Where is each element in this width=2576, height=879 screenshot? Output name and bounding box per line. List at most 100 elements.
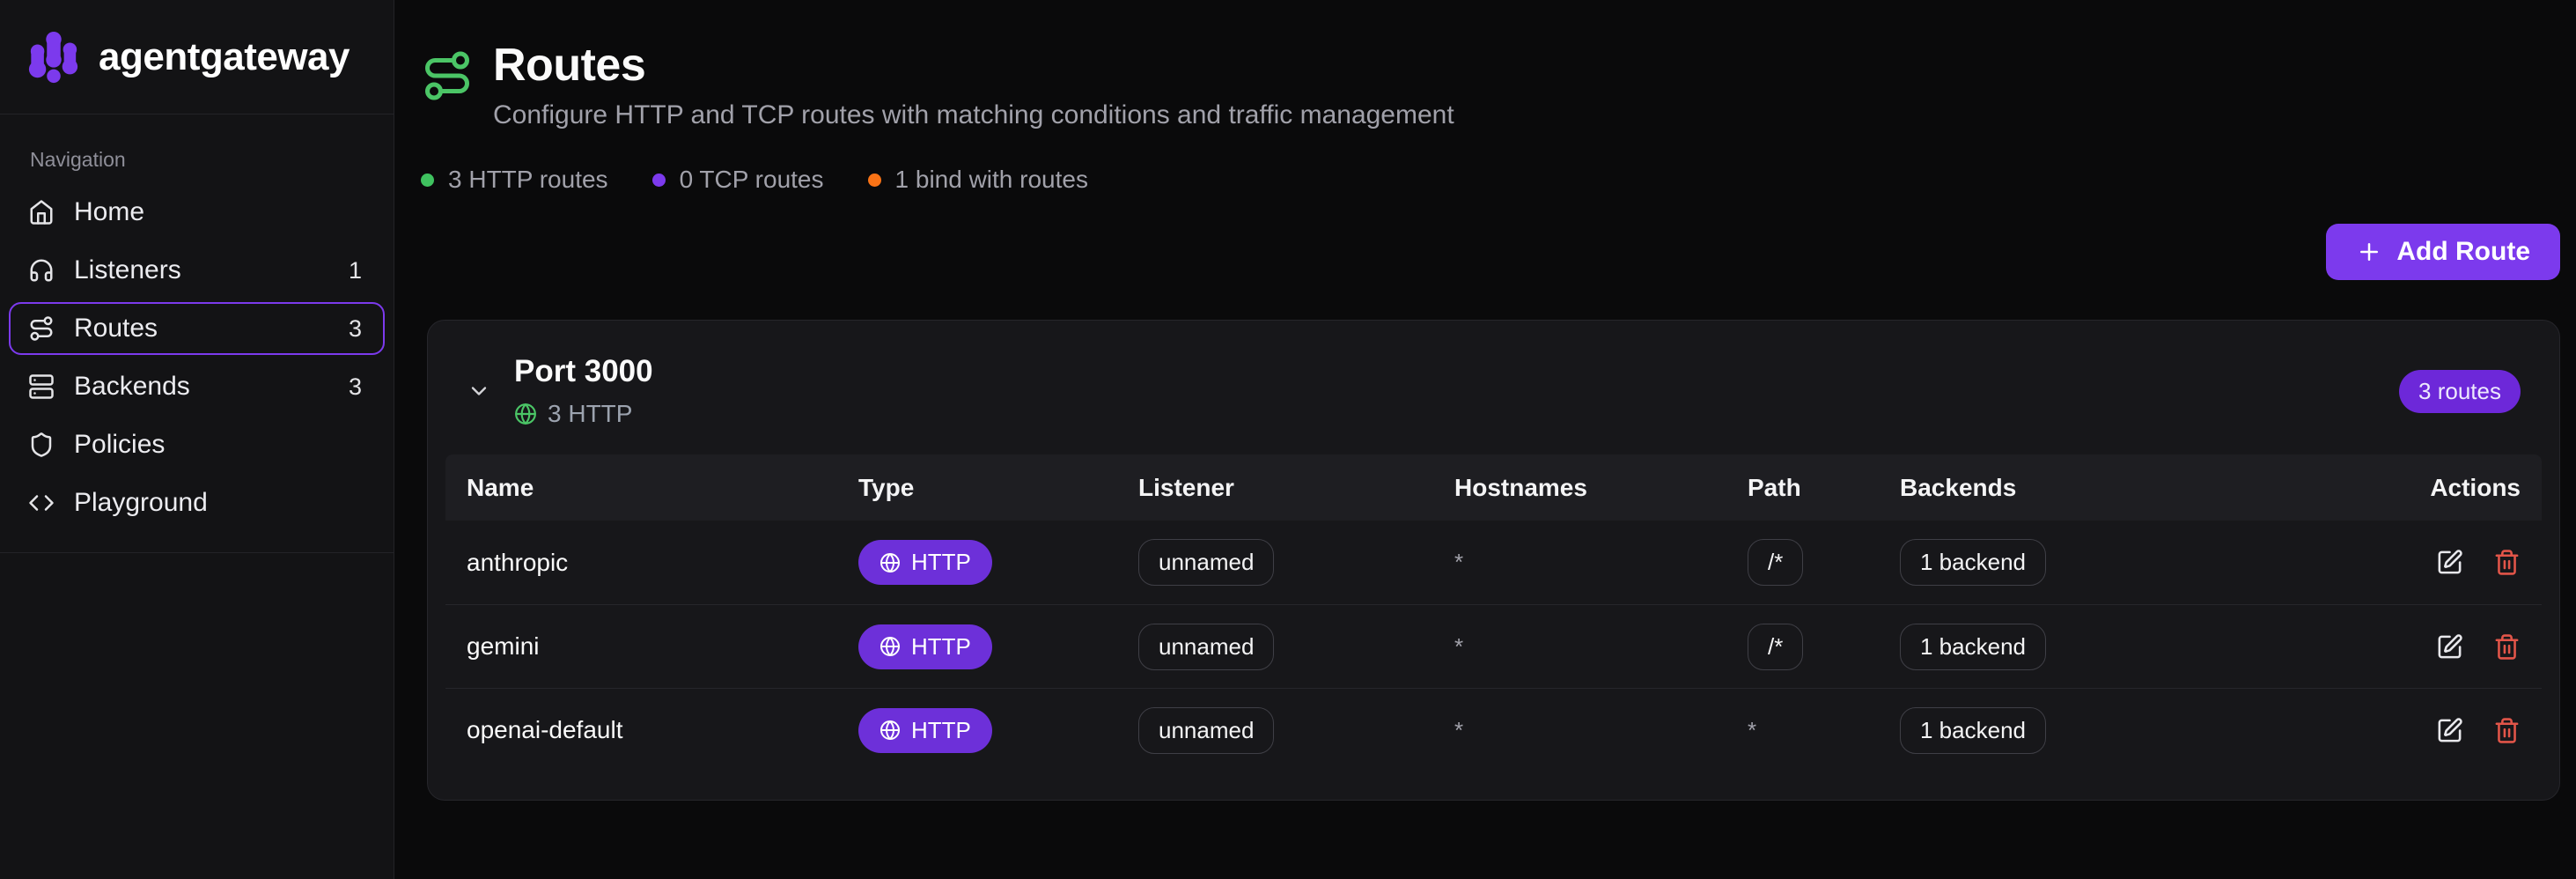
route-name: gemini: [467, 632, 858, 661]
chevron-down-icon[interactable]: [467, 379, 491, 403]
sidebar-item-home[interactable]: Home: [9, 186, 385, 239]
delete-route-button[interactable]: [2493, 633, 2521, 661]
code-icon: [28, 490, 55, 516]
nav-section-label: Navigation: [0, 148, 394, 172]
column-header-actions: Actions: [2336, 474, 2521, 502]
agentgateway-logo-icon: [26, 30, 81, 85]
sidebar-item-listeners[interactable]: Listeners 1: [9, 244, 385, 297]
sidebar-item-label: Policies: [74, 430, 165, 460]
brand-name: agentgateway: [99, 35, 350, 79]
sidebar-item-count: 1: [349, 257, 362, 284]
sidebar-item-backends[interactable]: Backends 3: [9, 360, 385, 413]
page-subtitle: Configure HTTP and TCP routes with match…: [493, 100, 1454, 130]
edit-route-button[interactable]: [2436, 549, 2463, 576]
hostnames-value: *: [1454, 549, 1748, 576]
stats-row: 3 HTTP routes 0 TCP routes 1 bind with r…: [421, 166, 2560, 194]
stat-label: 0 TCP routes: [680, 166, 824, 194]
sidebar-item-label: Listeners: [74, 255, 181, 285]
table-header-row: Name Type Listener Hostnames Path Backen…: [445, 454, 2542, 521]
route-name: openai-default: [467, 716, 858, 744]
purple-status-dot: [652, 174, 666, 187]
trash-icon: [2493, 717, 2521, 744]
table-row: anthropic HTTP unnamed * /* 1 backend: [445, 521, 2542, 604]
listener-badge: unnamed: [1138, 707, 1274, 754]
type-badge: HTTP: [858, 708, 992, 753]
globe-icon: [880, 552, 901, 573]
listener-badge: unnamed: [1138, 539, 1274, 586]
edit-icon: [2436, 549, 2463, 576]
edit-icon: [2436, 717, 2463, 744]
edit-route-button[interactable]: [2436, 633, 2463, 661]
shield-icon: [28, 432, 55, 458]
row-actions: [2336, 717, 2521, 744]
port-http-count: 3 HTTP: [548, 400, 632, 428]
routes-count-badge: 3 routes: [2399, 370, 2521, 413]
edit-route-button[interactable]: [2436, 717, 2463, 744]
column-header-listener: Listener: [1138, 474, 1454, 502]
route-name: anthropic: [467, 549, 858, 577]
globe-icon: [514, 403, 537, 425]
port-group-title: Port 3000: [514, 354, 653, 389]
headphones-icon: [28, 257, 55, 284]
backends-badge: 1 backend: [1900, 707, 2046, 754]
page-title: Routes: [493, 39, 1454, 92]
port-group-card: Port 3000 3 HTTP 3 routes Name Type List…: [427, 320, 2560, 801]
brand-header: agentgateway: [0, 0, 394, 114]
port-group-subtitle: 3 HTTP: [514, 400, 653, 428]
path-value: *: [1748, 717, 1900, 744]
sidebar-item-playground[interactable]: Playground: [9, 476, 385, 529]
stat-tcp-routes: 0 TCP routes: [652, 166, 824, 194]
globe-icon: [880, 636, 901, 657]
routes-page-icon: [421, 49, 474, 102]
main-content: Routes Configure HTTP and TCP routes wit…: [394, 0, 2576, 879]
delete-route-button[interactable]: [2493, 717, 2521, 744]
orange-status-dot: [868, 174, 881, 187]
sidebar-item-count: 3: [349, 315, 362, 343]
type-badge: HTTP: [858, 624, 992, 669]
route-icon: [28, 315, 55, 342]
type-label: HTTP: [911, 549, 971, 576]
routes-table: Name Type Listener Hostnames Path Backen…: [445, 454, 2542, 772]
nav-list: Home Listeners 1 Routes 3 Backends 3 Pol…: [0, 186, 394, 529]
path-badge: /*: [1748, 539, 1803, 586]
listener-badge: unnamed: [1138, 624, 1274, 670]
page-header: Routes Configure HTTP and TCP routes wit…: [421, 0, 2560, 130]
sidebar-item-label: Playground: [74, 488, 208, 518]
hostnames-value: *: [1454, 633, 1748, 661]
stat-http-routes: 3 HTTP routes: [421, 166, 608, 194]
trash-icon: [2493, 633, 2521, 661]
sidebar-item-label: Home: [74, 197, 144, 227]
sidebar: agentgateway Navigation Home Listeners 1…: [0, 0, 394, 879]
backends-badge: 1 backend: [1900, 624, 2046, 670]
stat-label: 3 HTTP routes: [448, 166, 608, 194]
table-row: gemini HTTP unnamed * /* 1 backend: [445, 604, 2542, 688]
sidebar-item-routes[interactable]: Routes 3: [9, 302, 385, 355]
edit-icon: [2436, 633, 2463, 661]
plus-icon: [2356, 239, 2382, 265]
home-icon: [28, 199, 55, 225]
sidebar-item-count: 3: [349, 373, 362, 401]
green-status-dot: [421, 174, 434, 187]
type-label: HTTP: [911, 717, 971, 744]
sidebar-item-label: Routes: [74, 314, 158, 343]
column-header-backends: Backends: [1900, 474, 2336, 502]
delete-route-button[interactable]: [2493, 549, 2521, 576]
add-route-button[interactable]: Add Route: [2326, 224, 2560, 280]
add-route-label: Add Route: [2396, 237, 2530, 267]
table-row: openai-default HTTP unnamed * * 1 backen…: [445, 688, 2542, 772]
trash-icon: [2493, 549, 2521, 576]
hostnames-value: *: [1454, 717, 1748, 744]
sidebar-divider: [0, 552, 394, 553]
sidebar-item-policies[interactable]: Policies: [9, 418, 385, 471]
column-header-path: Path: [1748, 474, 1900, 502]
toolbar: Add Route: [421, 224, 2560, 280]
type-badge: HTTP: [858, 540, 992, 585]
stat-binds: 1 bind with routes: [868, 166, 1088, 194]
row-actions: [2336, 633, 2521, 661]
row-actions: [2336, 549, 2521, 576]
server-icon: [28, 373, 55, 400]
globe-icon: [880, 720, 901, 741]
column-header-hostnames: Hostnames: [1454, 474, 1748, 502]
path-badge: /*: [1748, 624, 1803, 670]
port-group-header: Port 3000 3 HTTP 3 routes: [428, 321, 2559, 454]
